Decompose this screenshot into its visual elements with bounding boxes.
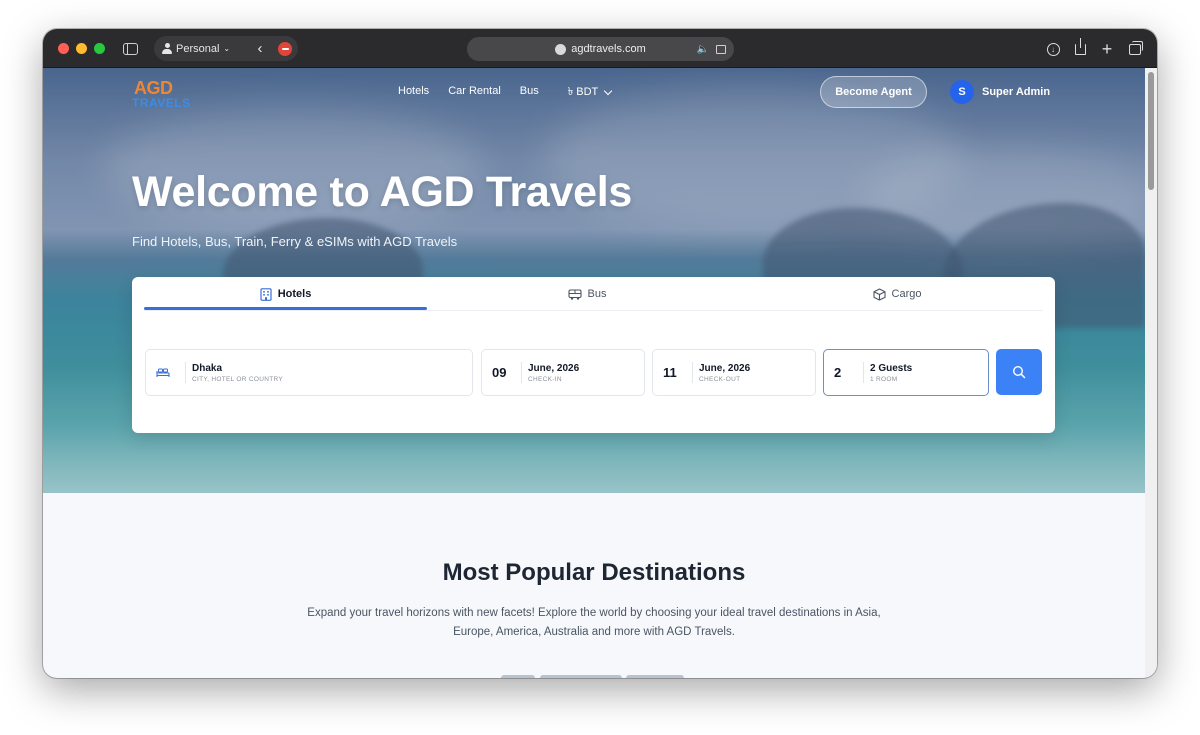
close-window-button[interactable]	[58, 43, 69, 54]
destination-value: Dhaka	[192, 363, 223, 374]
search-button[interactable]	[996, 349, 1042, 395]
sidebar-toggle-button[interactable]	[118, 38, 142, 60]
site-logo[interactable]: AGD TRAVELS	[132, 78, 196, 110]
download-icon: ↓	[1046, 42, 1060, 56]
speaker-icon[interactable]: 🔈	[697, 44, 709, 55]
tab-bus-label: Bus	[587, 288, 607, 300]
profile-group: Personal ⌄ ‹	[154, 36, 298, 61]
section-title: Most Popular Destinations	[442, 559, 746, 586]
chevron-down-icon	[604, 86, 613, 95]
field-divider	[863, 362, 864, 383]
check-in-field[interactable]: 09 June, 2026 CHECK-IN	[481, 349, 645, 396]
nav-bus[interactable]: Bus	[520, 85, 539, 99]
web-page: AGD TRAVELS Hotels Car Rental Bus ৳ BDT …	[43, 68, 1145, 678]
building-icon	[260, 287, 272, 301]
scrollbar-thumb[interactable]	[1148, 72, 1154, 190]
destination-field[interactable]: Dhaka CITY, HOTEL OR COUNTRY	[145, 349, 473, 396]
logo-wordmark: TRAVELS	[132, 96, 191, 110]
check-out-label: CHECK-OUT	[699, 376, 741, 383]
rooms-label: 1 ROOM	[870, 376, 898, 383]
bed-icon	[156, 368, 170, 377]
tab-cargo-label: Cargo	[891, 288, 922, 300]
minimize-window-button[interactable]	[76, 43, 87, 54]
destination-label: CITY, HOTEL OR COUNTRY	[192, 376, 283, 383]
person-icon	[162, 43, 172, 54]
currency-label: ৳ BDT	[567, 85, 599, 98]
avatar: S	[950, 80, 974, 104]
user-name: Super Admin	[982, 86, 1051, 98]
search-icon	[1012, 365, 1026, 379]
url-text: agdtravels.com	[571, 43, 646, 55]
active-tab-indicator	[144, 307, 427, 310]
site-favicon-icon	[555, 43, 567, 55]
chevron-left-icon: ‹	[257, 40, 263, 57]
plus-icon: +	[1101, 38, 1113, 59]
field-divider	[692, 362, 693, 383]
tab-cargo[interactable]: Cargo	[747, 277, 1047, 311]
new-tab-button[interactable]: +	[1096, 38, 1118, 60]
hero-section: AGD TRAVELS Hotels Car Rental Bus ৳ BDT …	[43, 68, 1145, 493]
maximize-window-button[interactable]	[94, 43, 105, 54]
nav-hotels[interactable]: Hotels	[398, 85, 429, 99]
sidebar-icon	[122, 43, 138, 55]
section-description: Expand your travel horizons with new fac…	[307, 607, 881, 638]
hero-subtitle: Find Hotels, Bus, Train, Ferry & eSIMs w…	[132, 234, 458, 249]
main-nav: Hotels Car Rental Bus ৳ BDT	[398, 85, 630, 99]
share-button[interactable]	[1069, 37, 1091, 60]
destination-card-peek	[626, 675, 684, 678]
tab-overview-button[interactable]	[1124, 38, 1146, 60]
tab-bus[interactable]: Bus	[437, 277, 737, 311]
field-divider	[185, 362, 186, 383]
tab-hotels[interactable]: Hotels	[144, 277, 427, 311]
guests-value: 2 Guests	[870, 363, 913, 374]
back-button[interactable]: ‹	[252, 36, 268, 61]
guests-field[interactable]: 2 2 Guests 1 ROOM	[823, 349, 989, 396]
profile-button[interactable]: Personal ⌄	[162, 36, 230, 61]
hero-title: Welcome to AGD Travels	[132, 168, 633, 216]
browser-window: Personal ⌄ ‹ agdtravels.com 🔈 ↓ + AGD TR…	[43, 29, 1157, 678]
destination-card-peek	[501, 675, 535, 678]
check-out-month: June, 2026	[699, 363, 751, 374]
tab-hotels-label: Hotels	[277, 288, 312, 300]
share-icon	[1074, 37, 1086, 55]
reader-icon[interactable]	[716, 44, 726, 54]
page-scrollbar[interactable]	[1145, 68, 1157, 678]
become-agent-button[interactable]: Become Agent	[820, 76, 927, 108]
block-icon[interactable]	[278, 42, 292, 56]
address-bar[interactable]: agdtravels.com 🔈	[467, 37, 734, 61]
package-icon	[872, 287, 886, 301]
browser-toolbar: Personal ⌄ ‹ agdtravels.com 🔈 ↓ +	[43, 29, 1157, 68]
profile-label: Personal	[176, 42, 220, 55]
user-menu[interactable]: S Super Admin	[950, 80, 1050, 104]
guests-count: 2	[834, 365, 842, 380]
nav-car-rental[interactable]: Car Rental	[448, 85, 501, 99]
tabs-icon	[1129, 40, 1143, 55]
check-in-day: 09	[492, 365, 507, 380]
check-in-label: CHECK-IN	[528, 376, 562, 383]
downloads-button[interactable]: ↓	[1042, 38, 1064, 60]
field-divider	[521, 362, 522, 383]
currency-selector[interactable]: ৳ BDT	[567, 85, 613, 99]
check-out-day: 11	[663, 365, 677, 380]
search-card: Hotels Bus Cargo Dhaka CITY, HOTEL OR CO…	[132, 277, 1055, 433]
bus-icon	[567, 288, 582, 300]
tab-divider	[144, 310, 1043, 311]
check-in-month: June, 2026	[528, 363, 580, 374]
destination-card-peek	[540, 675, 622, 678]
chevron-down-icon: ⌄	[223, 44, 231, 53]
check-out-field[interactable]: 11 June, 2026 CHECK-OUT	[652, 349, 816, 396]
